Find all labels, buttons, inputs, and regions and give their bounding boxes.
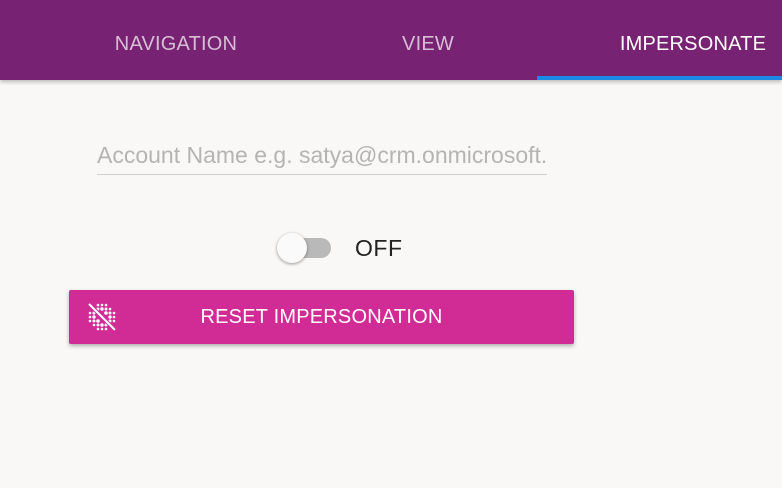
reset-impersonation-button[interactable]: RESET IMPERSONATION [69,290,574,344]
tab-navigation[interactable]: NAVIGATION [76,0,276,80]
tab-impersonate[interactable]: IMPERSONATE [537,0,782,80]
tab-view[interactable]: VIEW [328,0,528,80]
toggle-thumb [277,233,307,263]
active-tab-indicator [537,76,782,80]
toggle-state-label: OFF [355,235,403,261]
reset-impersonation-label: RESET IMPERSONATION [200,306,443,328]
impersonation-toggle[interactable] [277,233,333,263]
tab-bar: NAVIGATION VIEW IMPERSONATE [0,0,782,80]
account-name-input[interactable] [97,137,547,175]
